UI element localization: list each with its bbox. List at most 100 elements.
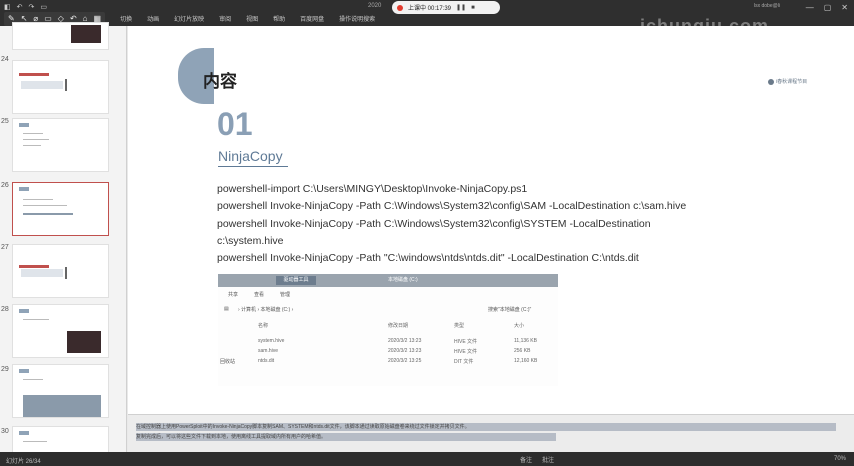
- window-title: 本地磁盘 (C:): [388, 277, 418, 283]
- qat-item[interactable]: ↷: [29, 3, 35, 11]
- folder-icon: ▤: [224, 306, 229, 312]
- thumbnail-badge: [19, 309, 29, 313]
- logo-text: i春秋课程节目: [776, 79, 808, 85]
- thumbnail-number: 29: [1, 366, 9, 373]
- thumbnail-text: [23, 145, 41, 146]
- window-controls: — ▢ ✕: [806, 3, 848, 12]
- address-path: › 计算机 › 本地磁盘 (C:) ›: [238, 307, 294, 313]
- thumbnail-accent: [19, 265, 49, 268]
- menu-animations[interactable]: 动画: [147, 14, 159, 23]
- file-date: 2020/3/2 13:25: [388, 358, 422, 364]
- thumbnail-mark: [65, 267, 67, 279]
- account-name[interactable]: lsx dobe@li: [754, 3, 780, 9]
- recycle-bin-label: 回收站: [220, 359, 236, 365]
- slide-thumbnail-selected[interactable]: [12, 182, 109, 236]
- command-line: powershell Invoke-NinjaCopy -Path "C:\wi…: [217, 252, 639, 264]
- stop-icon[interactable]: ■: [471, 5, 475, 11]
- explorer-ribbon: 共享 查看 管理: [228, 291, 290, 298]
- slide-thumbnail[interactable]: [12, 60, 109, 114]
- thumbnail-badge: [19, 187, 29, 191]
- thumbnail-image: [23, 395, 101, 417]
- section-number: 01: [217, 106, 253, 142]
- thumbnail-number: 27: [1, 244, 9, 251]
- thumbnail-text: [23, 133, 43, 134]
- notes-pane[interactable]: 在域控制器上使用PowerSploit中的Invoke-NinjaCopy脚本复…: [128, 414, 854, 452]
- command-line: powershell Invoke-NinjaCopy -Path C:\Win…: [217, 200, 687, 212]
- presentation-app: ◧ ↶ ↷ ▭ 文件 开始 插入 设计 切换 动画 幻灯片放映 审阅 视图 帮助…: [0, 0, 854, 466]
- zoom-level[interactable]: 70%: [834, 456, 846, 462]
- record-dot-icon: [397, 4, 403, 11]
- section-underline: [218, 166, 288, 167]
- drive-tools-tab: 驱动器工具: [276, 276, 316, 285]
- thumbnail-bar: [23, 213, 73, 215]
- file-date: 2020/3/2 13:23: [388, 348, 422, 354]
- menu-transitions[interactable]: 切换: [120, 14, 132, 23]
- file-size: 11,136 KB: [514, 338, 537, 344]
- minimize-icon[interactable]: —: [806, 3, 814, 12]
- recording-label: 上课中 00:17:39: [408, 6, 452, 12]
- slide-thumbnail[interactable]: [12, 304, 109, 358]
- file-type: HIVE 文件: [454, 339, 478, 345]
- explorer-screenshot: 驱动器工具 本地磁盘 (C:) 共享 查看 管理 ▤ › 计算机 › 本地磁盘 …: [218, 274, 558, 386]
- qat-item[interactable]: ◧: [4, 3, 11, 11]
- file-name: ntds.dit: [258, 358, 275, 364]
- title-bar: ◧ ↶ ↷ ▭ 文件 开始 插入 设计 切换 动画 幻灯片放映 审阅 视图 帮助…: [0, 0, 854, 36]
- thumbnail-badge: [19, 123, 29, 127]
- thumbnail-image: [67, 331, 101, 353]
- thumbnail-number: 25: [1, 118, 9, 125]
- brand-logo: i春秋课程节目: [768, 78, 807, 85]
- thumbnail-mark: [65, 79, 67, 91]
- menu-slideshow[interactable]: 幻灯片放映: [174, 14, 204, 23]
- note-line: 复制完成后，可以将这些文件下载到本地，使用离线工具提取域内所有用户的哈希值。: [136, 433, 556, 441]
- file-name: sam.hive: [258, 348, 279, 354]
- menu-search[interactable]: 操作说明搜索: [339, 14, 375, 23]
- logo-icon: [768, 78, 774, 85]
- file-type: HIVE 文件: [454, 349, 478, 355]
- ribbon-share: 共享: [228, 292, 239, 298]
- command-line: c:\system.hive: [217, 235, 284, 247]
- thumbnail-badge: [19, 369, 29, 373]
- thumbnail-box: [21, 81, 63, 89]
- document-title: 2020: [368, 3, 382, 9]
- pause-icon[interactable]: ❚❚: [456, 4, 466, 11]
- ribbon-manage: 管理: [280, 292, 291, 298]
- slide-thumbnail-panel[interactable]: 24 25 26 27 28 29 30: [0, 22, 127, 466]
- file-type: DIT 文件: [454, 359, 474, 365]
- file-size: 12,160 KB: [514, 358, 538, 364]
- slide-thumbnail[interactable]: [12, 118, 109, 172]
- thumbnail-number: 24: [1, 56, 9, 63]
- command-line: powershell-import C:\Users\MINGY\Desktop…: [217, 183, 528, 195]
- menu-baidu[interactable]: 百度网盘: [300, 14, 324, 23]
- qat-item[interactable]: ↶: [17, 3, 23, 11]
- notes-toggle[interactable]: 备注: [520, 455, 532, 464]
- menu-help[interactable]: 帮助: [273, 14, 285, 23]
- slide-thumbnail[interactable]: [12, 244, 109, 298]
- quick-access-toolbar: ◧ ↶ ↷ ▭: [4, 3, 47, 11]
- thumbnail-number: 26: [1, 182, 9, 189]
- ribbon-view: 查看: [254, 292, 265, 298]
- slide-counter: 幻灯片 26/34: [6, 459, 41, 465]
- menu-review[interactable]: 审阅: [219, 14, 231, 23]
- qat-item[interactable]: ▭: [40, 3, 47, 11]
- file-date: 2020/3/2 13:23: [388, 338, 422, 344]
- column-date: 修改日期: [388, 323, 409, 329]
- status-actions: 备注 批注: [520, 455, 554, 464]
- thumbnail-badge: [19, 431, 29, 435]
- file-name: system.hive: [258, 338, 285, 344]
- slide-thumbnail[interactable]: [12, 364, 109, 418]
- maximize-icon[interactable]: ▢: [824, 3, 832, 12]
- thumbnail-image: [71, 25, 101, 43]
- thumbnail-accent: [19, 73, 49, 76]
- recording-indicator[interactable]: 上课中 00:17:39 ❚❚ ■: [392, 1, 500, 14]
- thumbnail-box: [21, 269, 63, 277]
- close-icon[interactable]: ✕: [841, 3, 848, 12]
- slide-canvas[interactable]: 内容 i春秋课程节目 01 NinjaCopy powershell-impor…: [128, 26, 854, 414]
- thumbnail-text: [23, 319, 49, 320]
- slide-thumbnail[interactable]: [12, 22, 109, 50]
- column-type: 类型: [454, 323, 465, 329]
- comments-toggle[interactable]: 批注: [542, 455, 554, 464]
- menu-view[interactable]: 视图: [246, 14, 258, 23]
- thumbnail-text: [23, 441, 47, 442]
- column-size: 大小: [514, 323, 525, 329]
- section-title: NinjaCopy: [218, 148, 283, 164]
